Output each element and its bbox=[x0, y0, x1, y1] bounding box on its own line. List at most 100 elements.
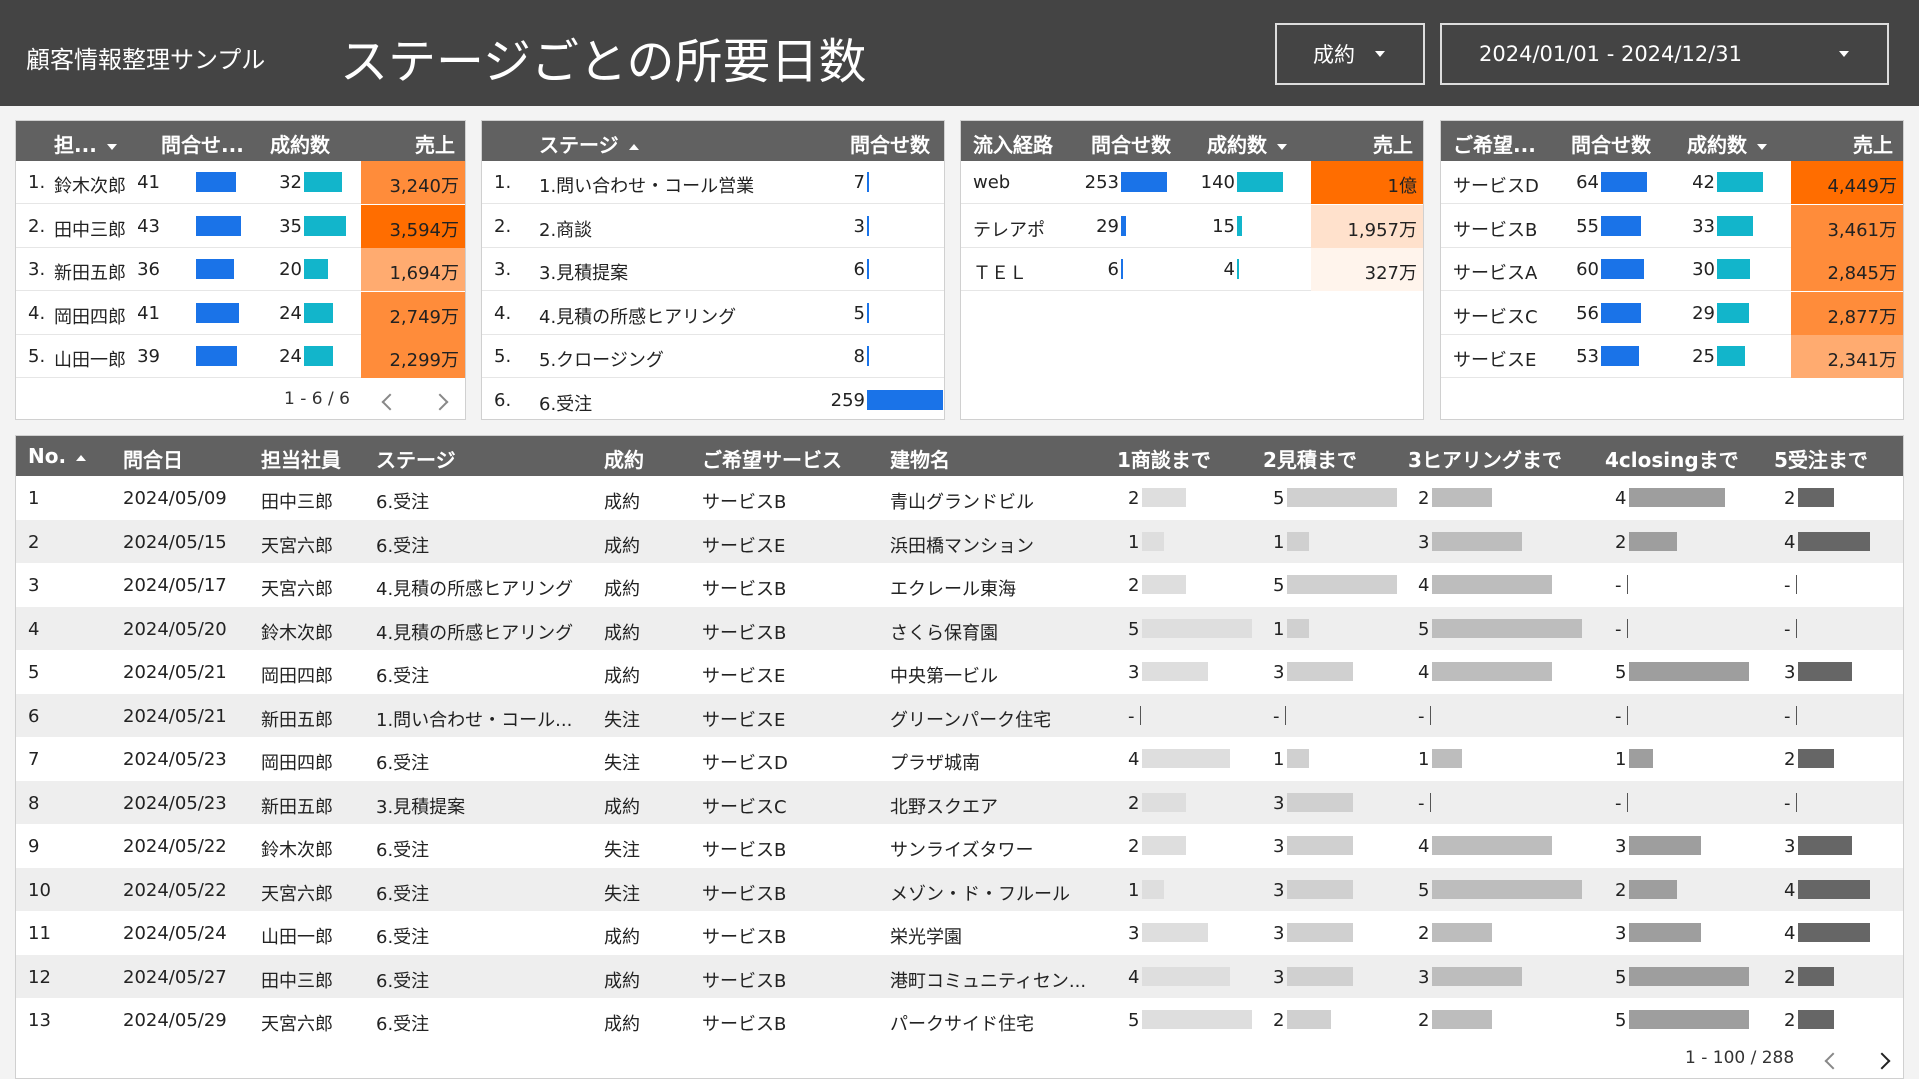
col-header-no[interactable]: No. bbox=[28, 444, 87, 468]
col-header-days-to-hearing[interactable]: 3ヒアリングまで bbox=[1408, 444, 1562, 473]
table-row[interactable]: 1. 鈴木次郎 41 32 3,240万 bbox=[16, 161, 465, 204]
col-header-result[interactable]: 成約 bbox=[604, 444, 644, 473]
col-header-days-to-estimate[interactable]: 2見積まで bbox=[1263, 444, 1357, 473]
staff-name: 岡田四郎 bbox=[54, 306, 126, 328]
col-header-stage[interactable]: ステージ bbox=[376, 444, 456, 473]
table-row[interactable]: サービスD 64 42 4,449万 bbox=[1441, 161, 1903, 204]
inquiries-value: 43 bbox=[137, 215, 160, 237]
stage-cell: 6.受注 bbox=[376, 753, 430, 774]
col-header-service[interactable]: ご希望サービス bbox=[702, 444, 842, 473]
table-row[interactable]: サービスC 56 29 2,877万 bbox=[1441, 291, 1903, 335]
days-bar bbox=[1287, 618, 1309, 638]
col-header-inquiries[interactable]: 問合せ数 bbox=[850, 129, 930, 158]
col-header-contracts[interactable]: 成約数 bbox=[1687, 129, 1767, 158]
contracts-bar bbox=[304, 346, 333, 366]
table-row[interactable]: 7 2024/05/23 岡田四郎 6.受注 失注 サービスD プラザ城南 4 1 1 1 2 bbox=[16, 737, 1903, 781]
contracts-bar bbox=[1717, 215, 1753, 236]
col-header-staff[interactable]: 担当社員 bbox=[261, 444, 341, 473]
service-name: サービスE bbox=[1453, 350, 1537, 371]
col-header-service[interactable]: ご希望... bbox=[1453, 129, 1536, 158]
staff-cell: 新田五郎 bbox=[261, 709, 333, 731]
table-row[interactable]: 4. 岡田四郎 41 24 2,749万 bbox=[16, 291, 465, 335]
days-bar bbox=[1287, 966, 1353, 986]
table-row[interactable]: 6. 6.受注 259 bbox=[482, 379, 944, 420]
table-row[interactable]: 2 2024/05/15 天宮六郎 6.受注 成約 サービスE 浜田橋マンション 1 1 3 2 4 bbox=[16, 519, 1903, 563]
col-header-days-to-meeting[interactable]: 1商談まで bbox=[1117, 444, 1211, 473]
inquiries-value: 36 bbox=[137, 259, 160, 280]
date-cell: 2024/05/17 bbox=[123, 575, 227, 596]
date-range-picker[interactable]: 2024/01/01 - 2024/12/31 bbox=[1440, 23, 1889, 85]
days-value: 5 bbox=[1128, 1010, 1140, 1031]
table-row[interactable]: 5. 山田一郎 39 24 2,299万 bbox=[16, 335, 465, 378]
next-page-icon[interactable] bbox=[431, 393, 449, 411]
inquiries-value: 6 bbox=[853, 259, 865, 280]
inquiries-bar bbox=[1601, 346, 1639, 366]
table-row[interactable]: 4. 4.見積の所感ヒアリング 5 bbox=[482, 292, 944, 335]
table-row[interactable]: 5 2024/05/21 岡田四郎 6.受注 成約 サービスE 中央第一ビル 3 3 4 5 3 bbox=[16, 650, 1903, 694]
table-row[interactable]: 3. 新田五郎 36 20 1,694万 bbox=[16, 248, 465, 291]
col-header-contracts[interactable]: 成約数 bbox=[1207, 129, 1287, 158]
contracts-value: 24 bbox=[279, 302, 302, 324]
service-cell: サービスB bbox=[702, 840, 787, 861]
col-header-sales[interactable]: 売上 bbox=[1373, 129, 1413, 158]
result-filter-dropdown[interactable]: 成約 bbox=[1275, 23, 1425, 85]
days-value: 5 bbox=[1418, 618, 1430, 640]
days-value: 4 bbox=[1784, 923, 1796, 944]
col-header-date[interactable]: 問合日 bbox=[123, 444, 183, 473]
staff-name: 鈴木次郎 bbox=[54, 176, 126, 197]
table-row[interactable]: サービスA 60 30 2,845万 bbox=[1441, 248, 1903, 291]
col-header-inquiries[interactable]: 問合せ... bbox=[161, 129, 244, 158]
result-cell: 成約 bbox=[604, 1014, 640, 1035]
no-cell: 1 bbox=[28, 488, 40, 509]
col-header-stage[interactable]: ステージ bbox=[539, 129, 639, 158]
col-header-staff[interactable]: 担... bbox=[54, 129, 117, 158]
table-row[interactable]: 1. 1.問い合わせ・コール営業 7 bbox=[482, 161, 944, 204]
table-row[interactable]: 11 2024/05/24 山田一郎 6.受注 成約 サービスB 栄光学園 3 3 2 3 4 bbox=[16, 911, 1903, 955]
table-row[interactable]: 6 2024/05/21 新田五郎 1.問い合わせ・コール... 失注 サービスE グリーン… bbox=[16, 693, 1903, 737]
col-header-days-to-order[interactable]: 5受注まで bbox=[1774, 444, 1868, 473]
table-row[interactable]: 2. 田中三郎 43 35 3,594万 bbox=[16, 204, 465, 248]
days-bar bbox=[1798, 836, 1852, 855]
no-cell: 7 bbox=[28, 749, 40, 770]
col-header-contracts[interactable]: 成約数 bbox=[270, 129, 330, 158]
stage-summary-table: ステージ 問合せ数 1. 1.問い合わせ・コール営業 7 2. 2.商談 3 3. 3.見積提… bbox=[481, 120, 945, 420]
table-row[interactable]: 13 2024/05/29 天宮六郎 6.受注 成約 サービスB パークサイド住宅 5 2 2 5 2 bbox=[16, 998, 1903, 1042]
next-page-icon[interactable] bbox=[1873, 1052, 1891, 1070]
table-row[interactable]: 4 2024/05/20 鈴木次郎 4.見積の所感ヒアリング 成約 サービスB さくら保育園… bbox=[16, 606, 1903, 650]
inquiries-value: 64 bbox=[1576, 172, 1599, 193]
table-row[interactable]: 1 2024/05/09 田中三郎 6.受注 成約 サービスB 青山グランドビル 2 5 2 4 2 bbox=[16, 476, 1903, 520]
table-row[interactable]: サービスB 55 33 3,461万 bbox=[1441, 204, 1903, 248]
col-header-building[interactable]: 建物名 bbox=[890, 444, 950, 473]
table-row[interactable]: web 253 140 1億 bbox=[961, 161, 1423, 204]
inquiries-value: 259 bbox=[830, 389, 865, 411]
table-row[interactable]: 2. 2.商談 3 bbox=[482, 205, 944, 248]
col-header-days-to-closing[interactable]: 4closingまで bbox=[1605, 444, 1739, 473]
col-header-sales[interactable]: 売上 bbox=[415, 129, 455, 158]
table-row[interactable]: 8 2024/05/23 新田五郎 3.見積提案 成約 サービスC 北野スクエア 2 3 - - - bbox=[16, 780, 1903, 824]
table-row[interactable]: 3. 3.見積提案 6 bbox=[482, 248, 944, 291]
sales-value: 2,749万 bbox=[361, 291, 465, 335]
table-row[interactable]: 9 2024/05/22 鈴木次郎 6.受注 失注 サービスB サンライズタワー 2 3 4 3 3 bbox=[16, 824, 1903, 868]
table-header: ステージ 問合せ数 bbox=[482, 121, 944, 161]
col-header-inquiries[interactable]: 問合せ数 bbox=[1571, 129, 1651, 158]
prev-page-icon[interactable] bbox=[1824, 1052, 1842, 1070]
table-row[interactable]: ＴＥＬ 6 4 327万 bbox=[961, 248, 1423, 291]
contracts-bar bbox=[1717, 172, 1763, 192]
table-row[interactable]: テレアポ 29 15 1,957万 bbox=[961, 204, 1423, 248]
col-header-channel[interactable]: 流入経路 bbox=[973, 129, 1053, 158]
inquiries-bar bbox=[1121, 172, 1167, 192]
service-cell: サービスB bbox=[702, 970, 787, 992]
table-row[interactable]: 5. 5.クロージング 8 bbox=[482, 335, 944, 378]
table-row[interactable]: 3 2024/05/17 天宮六郎 4.見積の所感ヒアリング 成約 サービスB エクレール東… bbox=[16, 563, 1903, 607]
col-header-inquiries[interactable]: 問合せ数 bbox=[1091, 129, 1171, 158]
table-row[interactable]: 12 2024/05/27 田中三郎 6.受注 成約 サービスB 港町コミュニティセン...… bbox=[16, 954, 1903, 998]
table-row[interactable]: 10 2024/05/22 天宮六郎 6.受注 失注 サービスB メゾン・ド・フルール 1 3 5… bbox=[16, 867, 1903, 911]
service-name: サービスB bbox=[1453, 219, 1538, 241]
prev-page-icon[interactable] bbox=[381, 393, 399, 411]
days-value: 3 bbox=[1418, 966, 1430, 988]
table-row[interactable]: サービスE 53 25 2,341万 bbox=[1441, 335, 1903, 378]
days-bar bbox=[1798, 966, 1834, 986]
days-bar bbox=[1142, 923, 1208, 942]
col-header-sales[interactable]: 売上 bbox=[1853, 129, 1893, 158]
days-bar bbox=[1287, 1010, 1331, 1029]
